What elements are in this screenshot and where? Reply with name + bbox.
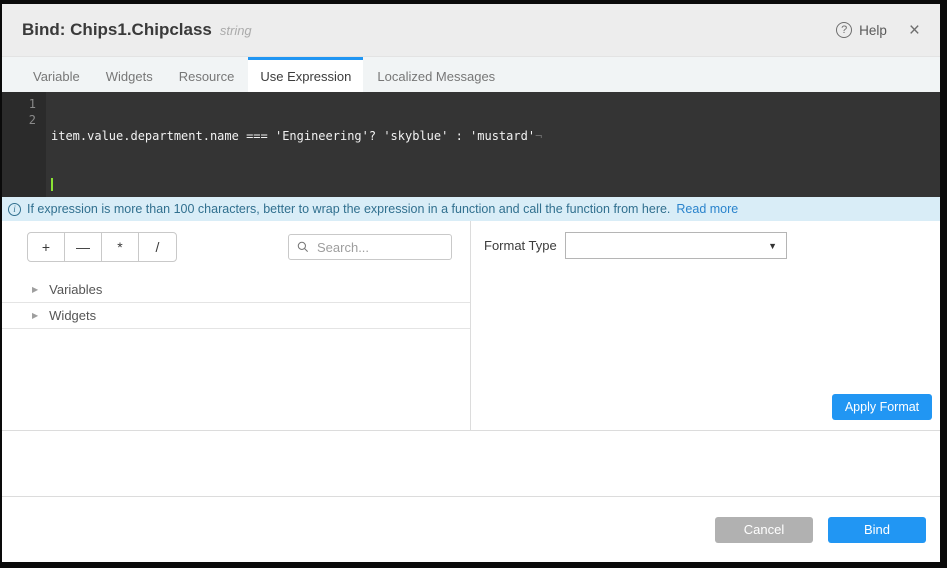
text-cursor [51, 178, 53, 191]
tab-use-expression[interactable]: Use Expression [248, 57, 363, 92]
source-tree: ▶ Variables ▶ Widgets [2, 277, 470, 329]
expression-toolbar: + — * / [2, 232, 470, 262]
tab-use-expression-label: Use Expression [260, 69, 351, 84]
operator-button-group: + — * / [27, 232, 177, 262]
format-panel: Format Type ▼ Apply Format [471, 221, 940, 430]
close-icon[interactable]: × [909, 21, 920, 40]
tab-bar: Variable Widgets Resource Use Expression… [2, 56, 940, 92]
property-type-label: string [220, 23, 252, 38]
tab-variable-label: Variable [33, 69, 80, 84]
minus-operator-button[interactable]: — [65, 233, 102, 261]
help-label: Help [859, 23, 887, 38]
expression-code-editor[interactable]: 1 2 item.value.department.name === 'Engi… [2, 92, 940, 197]
search-input[interactable] [315, 239, 443, 256]
info-banner-text: If expression is more than 100 character… [27, 202, 670, 216]
read-more-link[interactable]: Read more [676, 202, 738, 216]
info-icon: i [8, 203, 21, 216]
multiply-operator-button[interactable]: * [102, 233, 139, 261]
search-icon [297, 241, 309, 253]
plus-operator-button[interactable]: + [28, 233, 65, 261]
header-actions: ? Help × [836, 21, 920, 40]
search-box[interactable] [288, 234, 452, 260]
editor-gutter: 1 2 [2, 92, 46, 197]
title-group: Bind: Chips1.Chipclass string [22, 20, 252, 40]
tab-localized-messages[interactable]: Localized Messages [365, 57, 507, 92]
tree-item-widgets[interactable]: ▶ Widgets [2, 303, 470, 329]
help-button[interactable]: ? Help [836, 22, 887, 38]
editor-code-area[interactable]: item.value.department.name === 'Engineer… [46, 92, 940, 197]
help-icon: ? [836, 22, 852, 38]
tab-localized-messages-label: Localized Messages [377, 69, 495, 84]
apply-format-button[interactable]: Apply Format [832, 394, 932, 420]
tab-resource[interactable]: Resource [167, 57, 247, 92]
chevron-right-icon: ▶ [32, 285, 38, 294]
bind-button[interactable]: Bind [828, 517, 926, 543]
format-type-label: Format Type [484, 238, 565, 253]
sources-panel: + — * / ▶ Variables ▶ Widgets [2, 221, 471, 430]
tab-variable[interactable]: Variable [21, 57, 92, 92]
tree-item-label: Variables [49, 282, 102, 297]
bind-dialog: Bind: Chips1.Chipclass string ? Help × V… [2, 4, 940, 562]
code-line [51, 176, 940, 192]
chevron-right-icon: ▶ [32, 311, 38, 320]
divide-operator-button[interactable]: / [139, 233, 176, 261]
dialog-title: Bind: Chips1.Chipclass [22, 20, 212, 40]
format-type-select[interactable]: ▼ [565, 232, 787, 259]
tab-resource-label: Resource [179, 69, 235, 84]
code-line: item.value.department.name === 'Engineer… [51, 128, 940, 144]
info-banner: i If expression is more than 100 charact… [2, 197, 940, 221]
line-number: 1 [2, 96, 36, 112]
newline-indicator: ¬ [535, 129, 542, 143]
tab-widgets[interactable]: Widgets [94, 57, 165, 92]
cancel-button[interactable]: Cancel [715, 517, 813, 543]
line-number: 2 [2, 112, 36, 128]
format-type-row: Format Type ▼ [471, 232, 940, 259]
dialog-footer: Cancel Bind [2, 497, 940, 562]
dialog-header: Bind: Chips1.Chipclass string ? Help × [2, 4, 940, 56]
empty-section [2, 431, 940, 497]
tab-widgets-label: Widgets [106, 69, 153, 84]
tree-item-variables[interactable]: ▶ Variables [2, 277, 470, 303]
expression-text: item.value.department.name === 'Engineer… [51, 129, 535, 143]
expression-panels: + — * / ▶ Variables ▶ Widgets [2, 221, 940, 431]
chevron-down-icon: ▼ [768, 241, 777, 251]
tree-item-label: Widgets [49, 308, 96, 323]
